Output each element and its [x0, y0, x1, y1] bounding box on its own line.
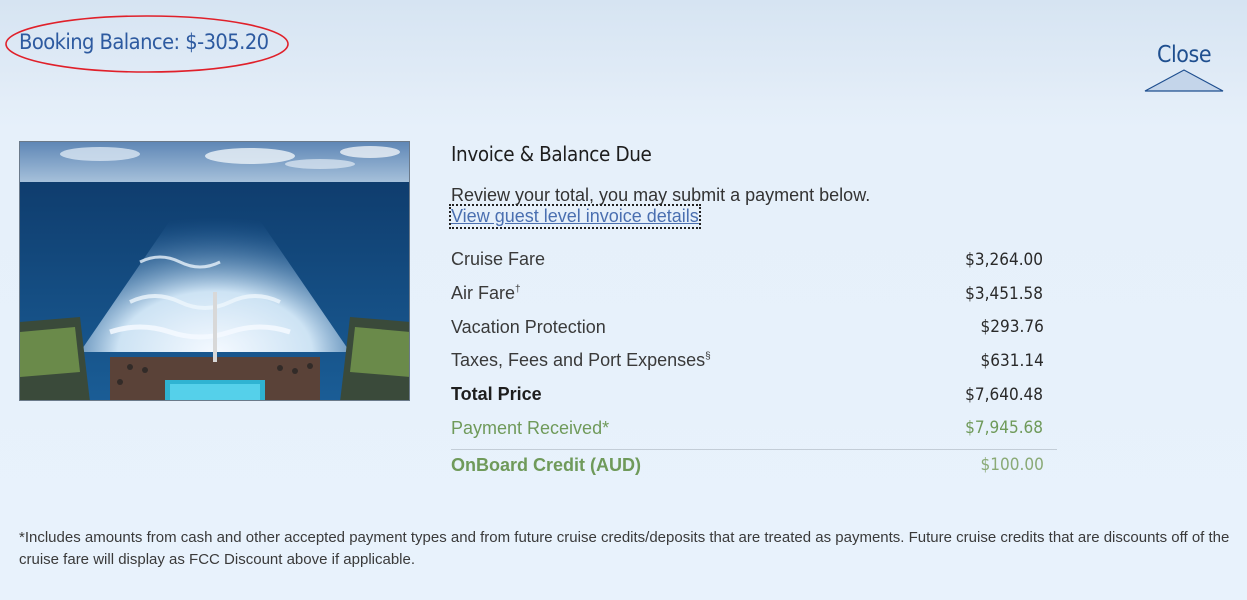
invoice-row-cruise-fare: Cruise Fare $3,264.00 [451, 243, 1057, 277]
invoice-panel: Invoice & Balance Due Review your total,… [449, 142, 1057, 480]
cruise-wake-image [19, 141, 410, 401]
row-amount: $3,264.00 [965, 249, 1044, 270]
dagger-footnote-marker: † [515, 284, 521, 296]
payment-footnote: *Includes amounts from cash and other ac… [19, 529, 1230, 568]
invoice-row-taxes: Taxes, Fees and Port Expenses§ $631.14 [451, 344, 1057, 378]
close-label: Close [1157, 42, 1212, 68]
close-button[interactable]: Close [1142, 40, 1226, 96]
payment-amount: $7,945.68 [965, 418, 1044, 439]
invoice-rows: Cruise Fare $3,264.00 Air Fare† $3,451.5… [451, 243, 1057, 480]
invoice-row-air-fare: Air Fare† $3,451.58 [451, 277, 1057, 311]
invoice-intro: Review your total, you may submit a paym… [451, 185, 871, 205]
invoice-row-onboard-credit: OnBoard Credit (AUD) $100.00 [451, 450, 1057, 480]
total-amount: $7,640.48 [965, 384, 1044, 405]
payment-label: Payment Received* [451, 417, 610, 438]
credit-amount: $100.00 [980, 455, 1044, 476]
row-amount: $293.76 [980, 317, 1044, 338]
row-label: Cruise Fare [451, 249, 546, 270]
invoice-row-vacation-protection: Vacation Protection $293.76 [451, 310, 1057, 344]
booking-balance: Booking Balance: $-305.20 [4, 14, 290, 74]
row-label: Taxes, Fees and Port Expenses§ [451, 350, 711, 371]
invoice-title: Invoice & Balance Due [451, 142, 652, 166]
credit-label: OnBoard Credit (AUD) [451, 454, 641, 475]
guest-invoice-details-link[interactable]: View guest level invoice details [449, 204, 701, 229]
invoice-row-total: Total Price $7,640.48 [451, 378, 1057, 412]
booking-balance-text: Booking Balance: $-305.20 [19, 30, 269, 54]
row-amount: $631.14 [980, 350, 1044, 371]
total-label: Total Price [451, 384, 542, 405]
row-amount: $3,451.58 [965, 283, 1044, 304]
row-label: Vacation Protection [451, 316, 606, 337]
collapse-triangle-icon [1144, 69, 1224, 92]
row-label: Air Fare† [451, 283, 521, 304]
section-footnote-marker: § [705, 351, 711, 363]
invoice-row-payment-received: Payment Received* $7,945.68 [451, 411, 1057, 445]
